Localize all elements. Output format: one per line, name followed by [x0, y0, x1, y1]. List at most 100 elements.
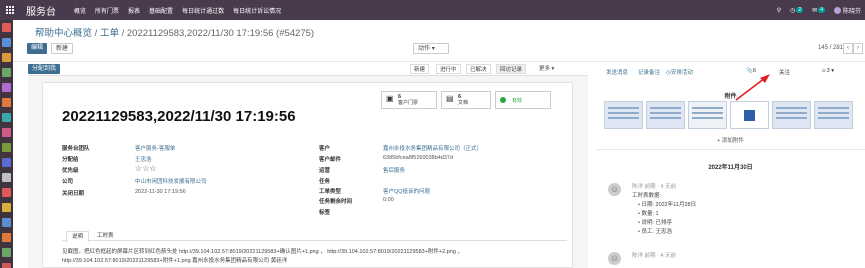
app-icon-15[interactable]: [2, 233, 11, 242]
field-value-ticket-type[interactable]: 客户QQ投诉的问题: [383, 187, 430, 195]
field-value-task-remaining: 0:00: [383, 197, 394, 203]
field-value-customer-email: 6385bfcea8f5260038b4d37d: [383, 155, 454, 161]
app-icon-1[interactable]: [2, 23, 11, 32]
app-icon-17[interactable]: [2, 263, 11, 268]
breadcrumb: 帮助中心概览 / 工单 / 20221129583,2022/11/30 17:…: [35, 25, 314, 39]
attachment-thumbnail[interactable]: [688, 101, 727, 129]
app-icon-13[interactable]: [2, 203, 11, 212]
field-value-assigned[interactable]: 王忠浩: [135, 155, 152, 163]
app-icon-4[interactable]: [2, 68, 11, 77]
field-label-ticket-type: 工单类型: [319, 189, 342, 195]
form-sheet: ▣ 6 客户门票 ▤ 6 文档 有效 20221129583,2022/11/30 …: [42, 82, 573, 268]
schedule-activity-button[interactable]: ◷安排活动: [666, 68, 693, 76]
app-icon-8[interactable]: [2, 128, 11, 137]
tab-description[interactable]: 说明: [66, 231, 90, 243]
app-icon-7[interactable]: [2, 113, 11, 122]
status-bar: 分配到我 新建 进行中 已解决 回访记录 更多 ▾: [28, 62, 588, 76]
user-menu[interactable]: 陈晓芬: [833, 6, 861, 15]
app-icon-6[interactable]: [2, 98, 11, 107]
app-icon-3[interactable]: [2, 53, 11, 62]
app-icon-5[interactable]: [2, 83, 11, 92]
menu-item-all-tickets[interactable]: 所有门票: [95, 6, 119, 15]
field-value-customer[interactable]: 嘉州永投水务集团精品有限公司（正式）: [383, 144, 482, 152]
app-icon-11[interactable]: [2, 173, 11, 182]
active-smart-button[interactable]: 有效: [495, 91, 551, 109]
user-name: 陈晓芬: [842, 8, 861, 15]
pager-previous-icon[interactable]: ‹: [843, 43, 853, 54]
attachment-thumbnail[interactable]: [604, 101, 643, 129]
field-label-operation: 运营: [319, 168, 331, 174]
search-icon[interactable]: ⚲: [777, 7, 781, 14]
red-arrow-annotation: [735, 74, 770, 101]
followers-button[interactable]: ☺3 ▾: [821, 68, 834, 74]
activity-icon[interactable]: ◷ 2: [790, 6, 804, 14]
form-sheet-background: ▣ 6 客户门票 ▤ 6 文档 有效 20221129583,2022/11/30 …: [28, 76, 588, 268]
message-avatar: ☺: [608, 252, 621, 265]
app-icon-16[interactable]: [2, 248, 11, 257]
message-line: • 数量: 1: [638, 211, 659, 217]
field-value-company[interactable]: 中山市闲团科技发展有限公司: [135, 177, 207, 185]
app-icon-12[interactable]: [2, 188, 11, 197]
date-separator: 2022年11月30日: [596, 162, 865, 171]
log-note-button[interactable]: 记录备注: [638, 68, 660, 76]
app-icon-10[interactable]: [2, 158, 11, 167]
pager-next-icon[interactable]: ›: [853, 43, 863, 54]
stage-in-progress[interactable]: 进行中: [436, 64, 461, 74]
tab-timesheet[interactable]: 工时表: [92, 231, 119, 241]
documents-label: 文档: [458, 100, 469, 106]
pager-value[interactable]: 145 / 281: [818, 45, 843, 51]
field-label-customer-email: 客户邮件: [319, 157, 342, 163]
add-attachment-button[interactable]: + 添加附件: [596, 136, 865, 144]
menu-item-config[interactable]: 基础配置: [149, 6, 173, 15]
attachment-thumbnail[interactable]: [646, 101, 685, 129]
create-button[interactable]: 新建: [51, 43, 74, 54]
menu-item-daily-complaints[interactable]: 每日统计诉讼情况: [233, 6, 281, 15]
stage-more-label: 更多: [539, 66, 551, 72]
caret-down-icon: ▾: [431, 46, 435, 52]
apps-menu-icon[interactable]: [0, 0, 20, 20]
app-icon-2[interactable]: [2, 38, 11, 47]
stage-followup-record[interactable]: 回访记录: [496, 64, 527, 74]
assign-to-me-button[interactable]: 分配到我: [28, 64, 61, 74]
stage-more-dropdown[interactable]: 更多 ▾: [536, 64, 558, 74]
systray: ⚲ ◷ 2 ✉ 4 陈晓芬: [777, 0, 861, 20]
priority-star-icon[interactable]: ☆☆☆: [135, 164, 157, 173]
caret-down-icon: ▾: [551, 66, 555, 72]
attachment-thumbnail[interactable]: [772, 101, 811, 129]
app-icon-14[interactable]: [2, 218, 11, 227]
stage-solved[interactable]: 已解决: [466, 64, 491, 74]
main-menu: 概览 所有门票 报表 基础配置 每日统计通过数 每日统计诉讼情况: [74, 6, 281, 15]
attachment-thumbnail[interactable]: [814, 101, 853, 129]
description-text: 见截图，把红色框起的屏幕片区转到红色箭头处 http://39.104.102.…: [62, 248, 567, 266]
app-icon-9[interactable]: [2, 143, 11, 152]
customer-tickets-label: 客户门票: [398, 100, 419, 106]
field-value-team[interactable]: 客户服务-客服单: [135, 144, 175, 152]
left-app-sidebar: [0, 20, 13, 268]
customer-tickets-smart-button[interactable]: ▣ 6 客户门票: [381, 91, 437, 109]
action-dropdown[interactable]: 动作 ▾: [413, 43, 449, 54]
message-author: 陈洋 前期 · 4 天前: [632, 253, 677, 259]
attachment-box: 附件 + 添加附件: [596, 90, 865, 150]
attachment-thumbnail[interactable]: [730, 101, 769, 129]
chatter-topbar: 发送消息 记录备注 ◷安排活动 📎6 关注 ☺3 ▾: [596, 68, 865, 80]
control-panel: 编辑 新建 动作 ▾ 145 / 281 ‹ ›: [13, 38, 865, 62]
edit-button[interactable]: 编辑: [27, 43, 48, 54]
app-brand[interactable]: 服务台: [26, 3, 56, 18]
chat-icon[interactable]: ✉ 4: [812, 6, 825, 14]
add-attachment-label: 添加附件: [721, 138, 744, 144]
follow-button[interactable]: 关注: [779, 68, 790, 76]
field-value-operation[interactable]: 售后服务: [383, 166, 405, 174]
schedule-activity-label: 安排活动: [670, 70, 693, 76]
menu-item-daily-pass[interactable]: 每日统计通过数: [182, 6, 224, 15]
field-label-task-remaining: 任务剩余时间: [319, 199, 353, 205]
stage-new[interactable]: 新建: [410, 64, 430, 74]
send-message-button[interactable]: 发送消息: [606, 68, 628, 76]
app-root: 服务台 概览 所有门票 报表 基础配置 每日统计通过数 每日统计诉讼情况 ⚲ ◷…: [0, 0, 865, 268]
message-line: 工时表数据:: [632, 193, 662, 199]
menu-item-overview[interactable]: 概览: [74, 6, 86, 15]
active-label: 有效: [512, 98, 523, 104]
menu-item-reports[interactable]: 报表: [128, 6, 140, 15]
field-label-customer: 客户: [319, 146, 331, 152]
documents-smart-button[interactable]: ▤ 6 文档: [441, 91, 491, 109]
activity-count-badge: 2: [796, 6, 804, 13]
